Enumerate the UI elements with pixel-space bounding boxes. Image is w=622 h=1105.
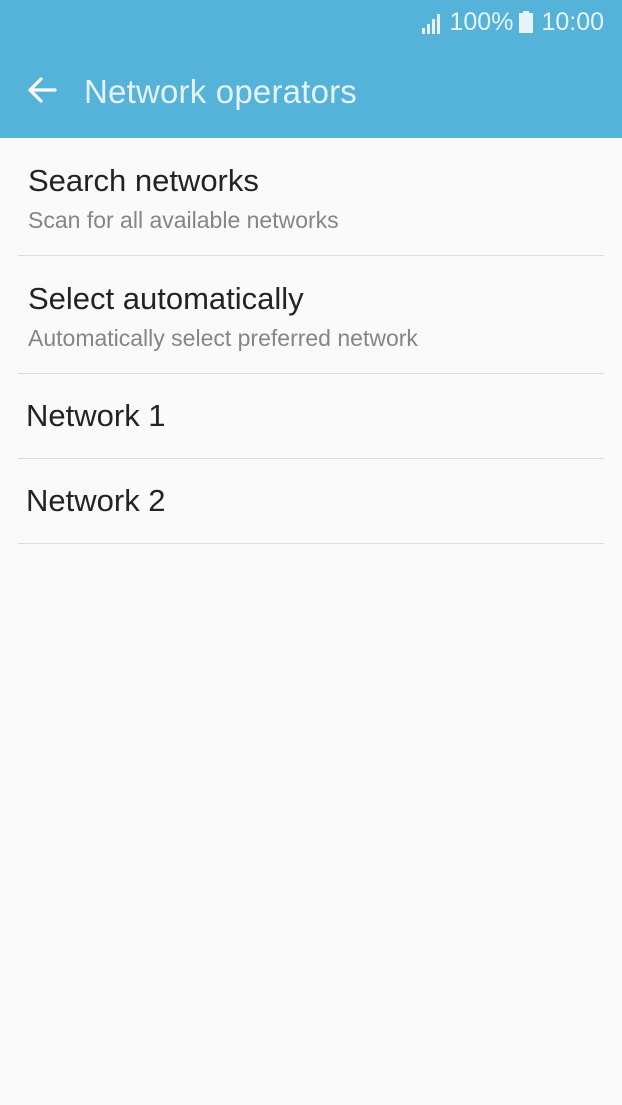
search-networks-item[interactable]: Search networks Scan for all available n… xyxy=(18,138,604,256)
status-bar: 100% 10:00 xyxy=(0,0,622,44)
item-subtitle: Automatically select preferred network xyxy=(28,325,418,351)
item-title: Network 2 xyxy=(26,483,166,518)
battery-full-icon xyxy=(519,11,534,33)
network-options-list: Search networks Scan for all available n… xyxy=(0,138,622,544)
network-1-item[interactable]: Network 1 xyxy=(18,374,604,459)
signal-bars-icon xyxy=(421,12,443,34)
app-bar: Network operators xyxy=(0,52,622,132)
item-title: Select automatically xyxy=(28,281,304,316)
arrow-left-icon xyxy=(27,76,57,108)
back-button[interactable] xyxy=(25,75,59,109)
item-title: Search networks xyxy=(28,163,259,198)
network-2-item[interactable]: Network 2 xyxy=(18,459,604,544)
status-indicators: 100% 10:00 xyxy=(421,6,604,38)
battery-percent: 100% xyxy=(449,7,514,36)
header: 100% 10:00 Network operators xyxy=(0,0,622,138)
clock: 10:00 xyxy=(541,7,604,36)
item-subtitle: Scan for all available networks xyxy=(28,207,339,233)
item-title: Network 1 xyxy=(26,398,166,433)
page-title: Network operators xyxy=(84,73,358,110)
select-automatically-item[interactable]: Select automatically Automatically selec… xyxy=(18,256,604,374)
